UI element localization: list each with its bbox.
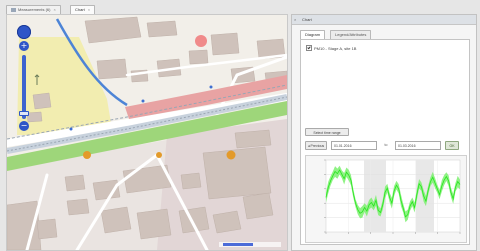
close-icon[interactable]: × <box>53 7 55 12</box>
map-view[interactable]: + − <box>6 14 288 251</box>
timeseries-chart[interactable] <box>305 155 467 243</box>
zoom-control: + − <box>17 25 31 135</box>
checkbox-checked-icon[interactable] <box>306 45 312 51</box>
panel-title: Chart <box>302 17 312 22</box>
chart-canvas <box>324 159 461 234</box>
close-icon[interactable]: × <box>294 15 296 25</box>
tab-diagram[interactable]: Diagram <box>300 30 326 39</box>
document-tab-bar: Measurements (6) × Chart × <box>6 4 480 14</box>
pan-arrows-icon[interactable] <box>17 25 31 39</box>
diagram-tab-body: PM10 - Stage A, site 1B Select time rang… <box>300 39 470 245</box>
tab-chart-label: Chart <box>75 7 85 12</box>
select-time-range-button[interactable]: Select time range <box>305 128 349 136</box>
start-date-input[interactable]: 01.01.2016 <box>331 141 377 150</box>
date-separator: to <box>384 143 388 147</box>
close-icon[interactable]: × <box>88 7 90 12</box>
layer-list-item[interactable]: PM10 - Stage A, site 1B <box>306 45 356 51</box>
map-tab-icon <box>11 7 16 12</box>
zoom-slider-thumb[interactable] <box>19 111 29 116</box>
map-marker-station[interactable] <box>156 152 162 158</box>
panel-title-bar: × Chart <box>292 15 476 25</box>
map-marker-red[interactable] <box>195 35 207 47</box>
zoom-slider-track[interactable] <box>22 55 26 119</box>
tab-legend-attributes[interactable]: Legend/Attributes <box>330 30 372 39</box>
end-date-input[interactable]: 01.03.2016 <box>395 141 441 150</box>
map-marker-station[interactable] <box>83 151 91 159</box>
tab-measurements-label: Measurements (6) <box>18 7 51 12</box>
shaded-range <box>364 160 386 232</box>
zoom-in-button[interactable]: + <box>19 41 29 51</box>
map-canvas[interactable] <box>7 15 287 250</box>
map-marker-station[interactable] <box>226 150 236 160</box>
x-axis-ticks <box>325 232 461 234</box>
time-range-controls: ◂ Previous 01.01.2016 to 01.03.2016 OK <box>305 141 467 150</box>
chart-panel: × Chart Diagram Legend/Attributes PM10 -… <box>291 14 477 251</box>
apply-button[interactable]: OK <box>445 141 459 150</box>
map-scale-bar <box>219 242 281 247</box>
tab-measurements[interactable]: Measurements (6) × <box>6 5 61 14</box>
layer-label: PM10 - Stage A, site 1B <box>314 46 357 51</box>
y-axis-ticks <box>324 159 326 233</box>
previous-button[interactable]: ◂ Previous <box>305 141 327 150</box>
scale-bar-line <box>223 243 253 246</box>
zoom-out-button[interactable]: − <box>19 121 29 131</box>
tab-chart[interactable]: Chart × <box>70 5 96 14</box>
